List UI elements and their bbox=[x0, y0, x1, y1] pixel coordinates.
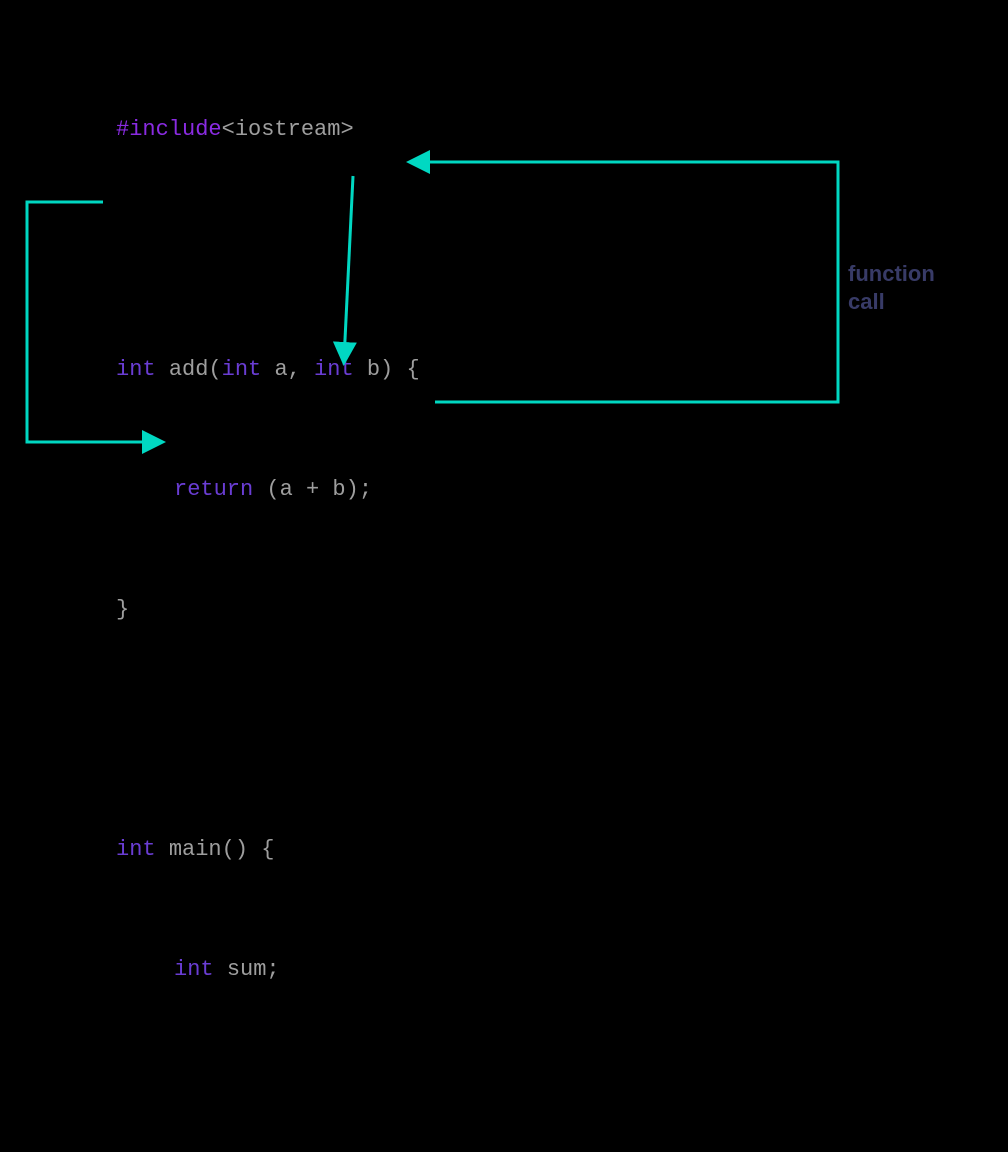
brace-close: } bbox=[116, 597, 129, 622]
annotation-line1: function bbox=[848, 261, 935, 286]
func-name: add( bbox=[169, 357, 222, 382]
code-block: #include<iostream> int add(int a, int b)… bbox=[116, 30, 425, 1152]
type-keyword: int bbox=[222, 357, 275, 382]
type-keyword: int bbox=[174, 957, 227, 982]
code-line-8: int sum; bbox=[116, 950, 425, 990]
code-line-5: } bbox=[116, 590, 425, 630]
include-directive: #include bbox=[116, 117, 222, 142]
type-keyword: int bbox=[116, 357, 169, 382]
blank-line bbox=[116, 710, 425, 750]
return-keyword: return bbox=[174, 477, 266, 502]
code-line-4: return (a + b); bbox=[116, 470, 425, 510]
include-header: <iostream> bbox=[222, 117, 354, 142]
function-call-arrow bbox=[412, 162, 838, 402]
code-line-7: int main() { bbox=[116, 830, 425, 870]
param-close: b) { bbox=[367, 357, 420, 382]
var-decl: sum; bbox=[227, 957, 280, 982]
type-keyword: int bbox=[116, 837, 169, 862]
annotation-line2: call bbox=[848, 289, 885, 314]
param: a, bbox=[274, 357, 314, 382]
code-line-1: #include<iostream> bbox=[116, 110, 425, 150]
type-keyword: int bbox=[314, 357, 367, 382]
blank-line bbox=[116, 230, 425, 270]
main-decl: main() { bbox=[169, 837, 275, 862]
return-expr: (a + b); bbox=[266, 477, 372, 502]
function-call-label: function call bbox=[848, 260, 935, 316]
code-line-3: int add(int a, int b) { bbox=[116, 350, 425, 390]
blank-line bbox=[116, 1070, 425, 1110]
